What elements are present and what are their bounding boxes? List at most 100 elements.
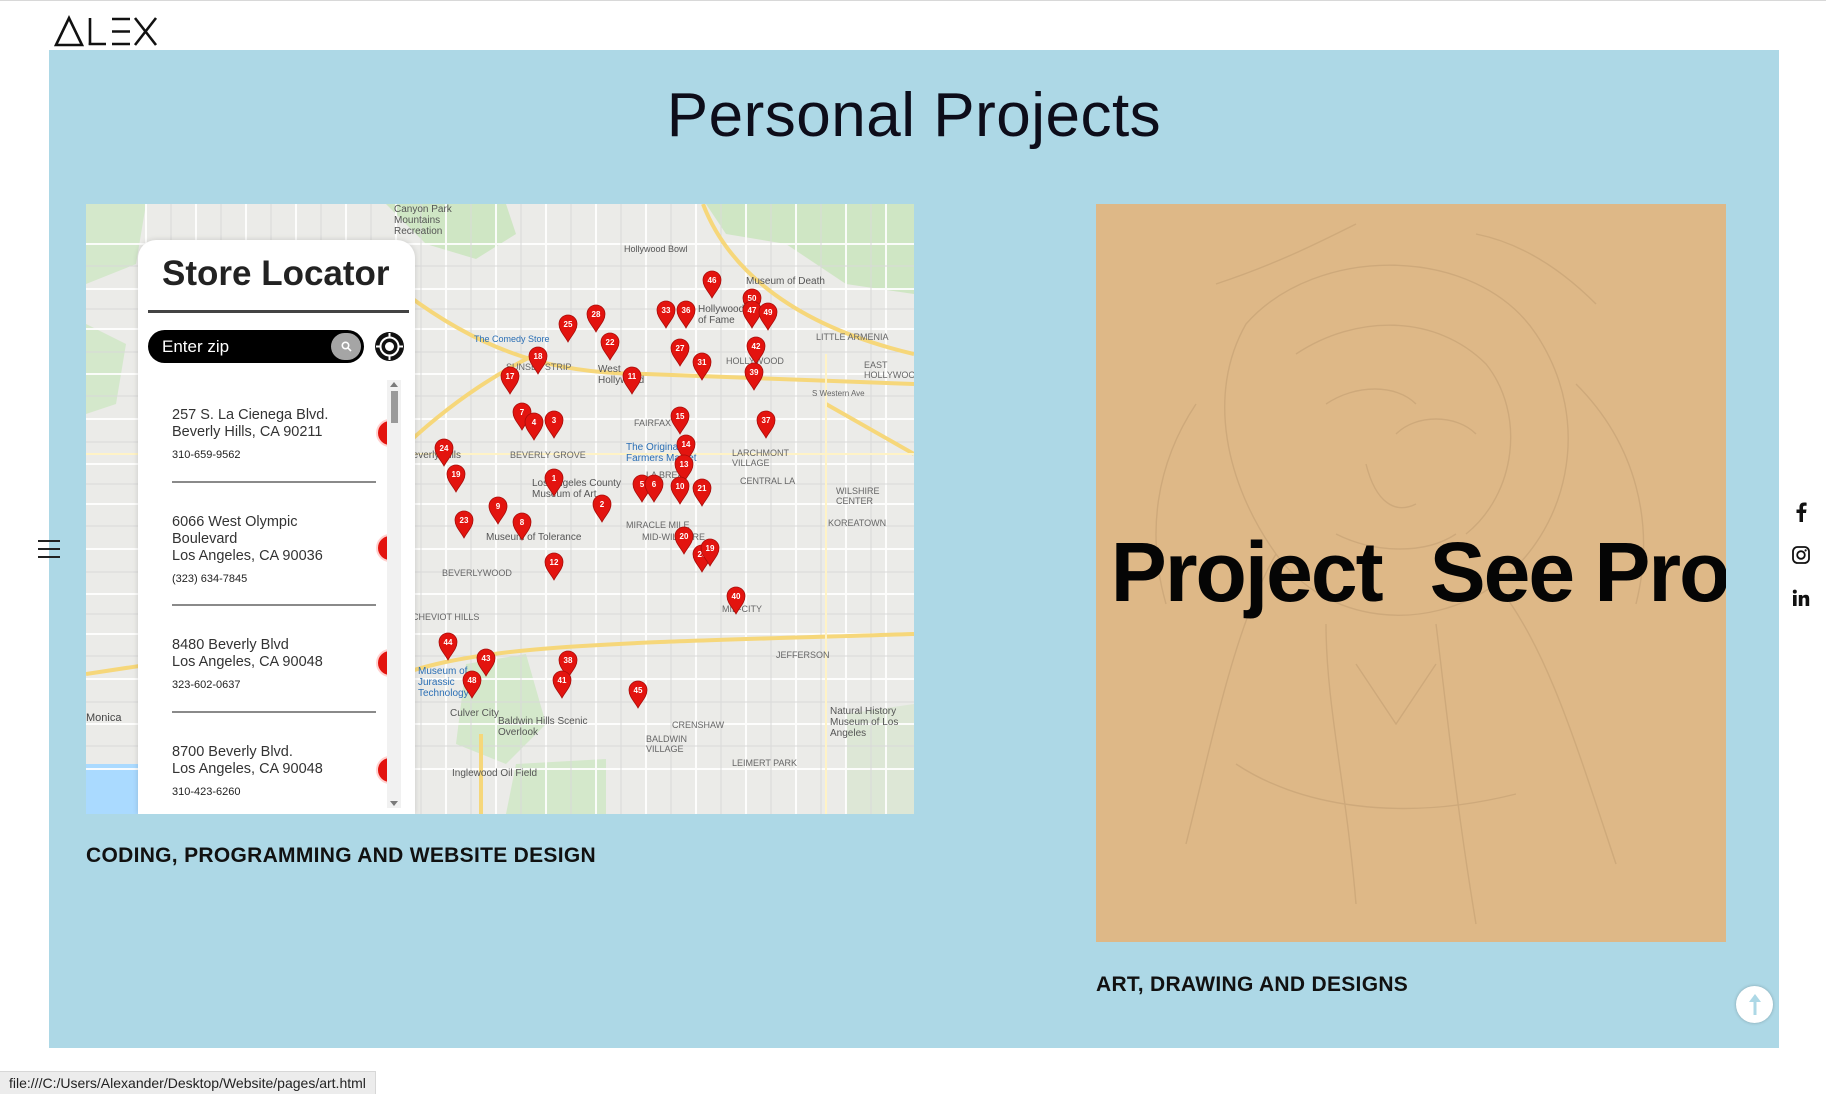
map-pin-marker[interactable]: 15 [670, 406, 690, 435]
map-pin-marker[interactable]: 44 [438, 632, 458, 661]
see-project-marquee[interactable]: See ProjectSee ProjectSee Project [1096, 524, 1726, 624]
instagram-link[interactable] [1790, 544, 1812, 566]
store-number-badge: 3 [376, 649, 387, 677]
map-pin-marker[interactable]: 6 [644, 474, 664, 503]
map-pin-label: 5 [640, 480, 645, 489]
map-pin-label: 44 [444, 638, 453, 647]
map-pin-label: 43 [482, 654, 491, 663]
store-item[interactable]: 6066 West Olympic Boulevard Los Angeles, … [172, 514, 387, 606]
map-pin-marker[interactable]: 4 [524, 412, 544, 441]
map-pin-marker[interactable]: 24 [434, 438, 454, 467]
art-project-card[interactable]: See ProjectSee ProjectSee Project [1096, 204, 1726, 942]
map-pin-marker[interactable]: 28 [586, 304, 606, 333]
marquee-text: See Project [1096, 525, 1384, 619]
facebook-link[interactable] [1790, 501, 1812, 523]
art-project-caption[interactable]: ART, DRAWING AND DESIGNS [1096, 973, 1408, 997]
map-pin-marker[interactable]: 11 [622, 366, 642, 395]
map-pin-label: 36 [682, 306, 691, 315]
store-phone: 310-659-9562 [172, 449, 241, 461]
map-pin-label: 45 [634, 686, 643, 695]
store-list-scrollbar[interactable] [387, 380, 401, 808]
menu-line [38, 540, 60, 542]
use-my-location-button[interactable] [374, 331, 405, 362]
map-pin-marker[interactable]: 48 [462, 670, 482, 699]
map-pin-marker[interactable]: 49 [758, 302, 778, 331]
map-pin-marker[interactable]: 9 [488, 496, 508, 525]
back-to-top-button[interactable] [1736, 986, 1773, 1023]
map-pin-marker[interactable]: 42 [746, 336, 766, 365]
alex-logo-mark [53, 15, 158, 47]
map-pin-marker[interactable]: 40 [726, 586, 746, 615]
map-pin-marker[interactable]: 1 [544, 468, 564, 497]
map-pin-label: 24 [440, 444, 449, 453]
menu-line [38, 556, 60, 558]
store-locator-panel: Store Locator 25 [138, 240, 415, 814]
map-pin-marker[interactable]: 8 [512, 512, 532, 541]
scroll-up-arrow[interactable] [390, 382, 398, 387]
map-pin-label: 12 [550, 558, 559, 567]
site-logo[interactable] [53, 14, 159, 50]
map-pin-marker[interactable]: 21 [692, 478, 712, 507]
store-item[interactable]: 8700 Beverly Blvd. Los Angeles, CA 90048 … [172, 744, 387, 798]
map-pin-label: 6 [652, 480, 657, 489]
store-phone: 310-423-6260 [172, 786, 241, 798]
top-border [0, 0, 1826, 1]
store-phone: (323) 634-7845 [172, 573, 248, 585]
store-number-badge: 4 [376, 756, 387, 784]
store-divider [172, 481, 376, 483]
zip-input[interactable] [162, 330, 322, 363]
zip-search-button[interactable] [331, 333, 361, 360]
map-pin-label: 38 [564, 656, 573, 665]
store-address-line1: 8700 Beverly Blvd. [172, 744, 293, 760]
store-item[interactable]: 8480 Beverly Blvd Los Angeles, CA 90048 3… [172, 637, 387, 713]
hamburger-menu-button[interactable] [38, 538, 60, 560]
crosshair-icon [375, 332, 404, 361]
coding-project-caption[interactable]: CODING, PROGRAMMING AND WEBSITE DESIGN [86, 844, 596, 868]
map-pin-marker[interactable]: 45 [628, 680, 648, 709]
map-pin-label: 31 [698, 358, 707, 367]
map-pin-marker[interactable]: 10 [670, 476, 690, 505]
map-pin-marker[interactable]: 23 [454, 510, 474, 539]
map-pin-label: 28 [592, 310, 601, 319]
map-pin-marker[interactable]: 18 [528, 346, 548, 375]
map-pin-label: 2 [600, 500, 605, 509]
page-title: Personal Projects [666, 81, 1162, 150]
map-pin-marker[interactable]: 17 [500, 366, 520, 395]
map-pin-label: 23 [460, 516, 469, 525]
map-pin-marker[interactable]: 41 [552, 670, 572, 699]
map-pin-marker[interactable]: 27 [670, 338, 690, 367]
arrow-up-icon [1748, 993, 1761, 1015]
store-address-line2: Los Angeles, CA 90048 [172, 761, 323, 777]
map-pin-label: 19 [706, 544, 715, 553]
map-pin-marker[interactable]: 2 [592, 494, 612, 523]
map-pin-marker[interactable]: 20 [674, 526, 694, 555]
title-divider [148, 310, 409, 313]
facebook-icon [1796, 502, 1807, 522]
scroll-down-arrow[interactable] [390, 801, 398, 806]
map-pin-marker[interactable]: 43 [476, 648, 496, 677]
search-icon [340, 341, 352, 352]
store-item[interactable]: 257 S. La Cienega Blvd. Beverly Hills, CA… [172, 407, 387, 483]
map-pin-marker[interactable]: 47 [742, 300, 762, 329]
store-list[interactable]: 257 S. La Cienega Blvd. Beverly Hills, CA… [138, 380, 387, 810]
store-locator-project-card[interactable]: Canyon Park Mountains Recreation Hollywoo… [86, 204, 914, 814]
map-pin-marker[interactable]: 25 [558, 314, 578, 343]
map-pin-label: 40 [732, 592, 741, 601]
map-pin-marker[interactable]: 37 [756, 410, 776, 439]
map-pin-marker[interactable]: 39 [744, 362, 764, 391]
map-pin-marker[interactable]: 31 [692, 352, 712, 381]
map-pin-marker[interactable]: 36 [676, 300, 696, 329]
map-pin-marker[interactable]: 46 [702, 270, 722, 299]
map-pin-marker[interactable]: 33 [656, 300, 676, 329]
store-number-badge: 2 [376, 534, 387, 562]
store-address-line2: Beverly Hills, CA 90211 [172, 424, 323, 440]
marquee-text: See Project [1429, 525, 1726, 619]
store-number-badge: 1 [376, 419, 387, 447]
map-pin-marker[interactable]: 12 [544, 552, 564, 581]
linkedin-link[interactable] [1790, 587, 1812, 609]
scroll-thumb[interactable] [391, 391, 398, 423]
map-pin-label: 49 [764, 308, 773, 317]
map-pin-marker[interactable]: 22 [600, 332, 620, 361]
map-pin-marker[interactable]: 19 [446, 464, 466, 493]
map-pin-marker[interactable]: 3 [544, 410, 564, 439]
